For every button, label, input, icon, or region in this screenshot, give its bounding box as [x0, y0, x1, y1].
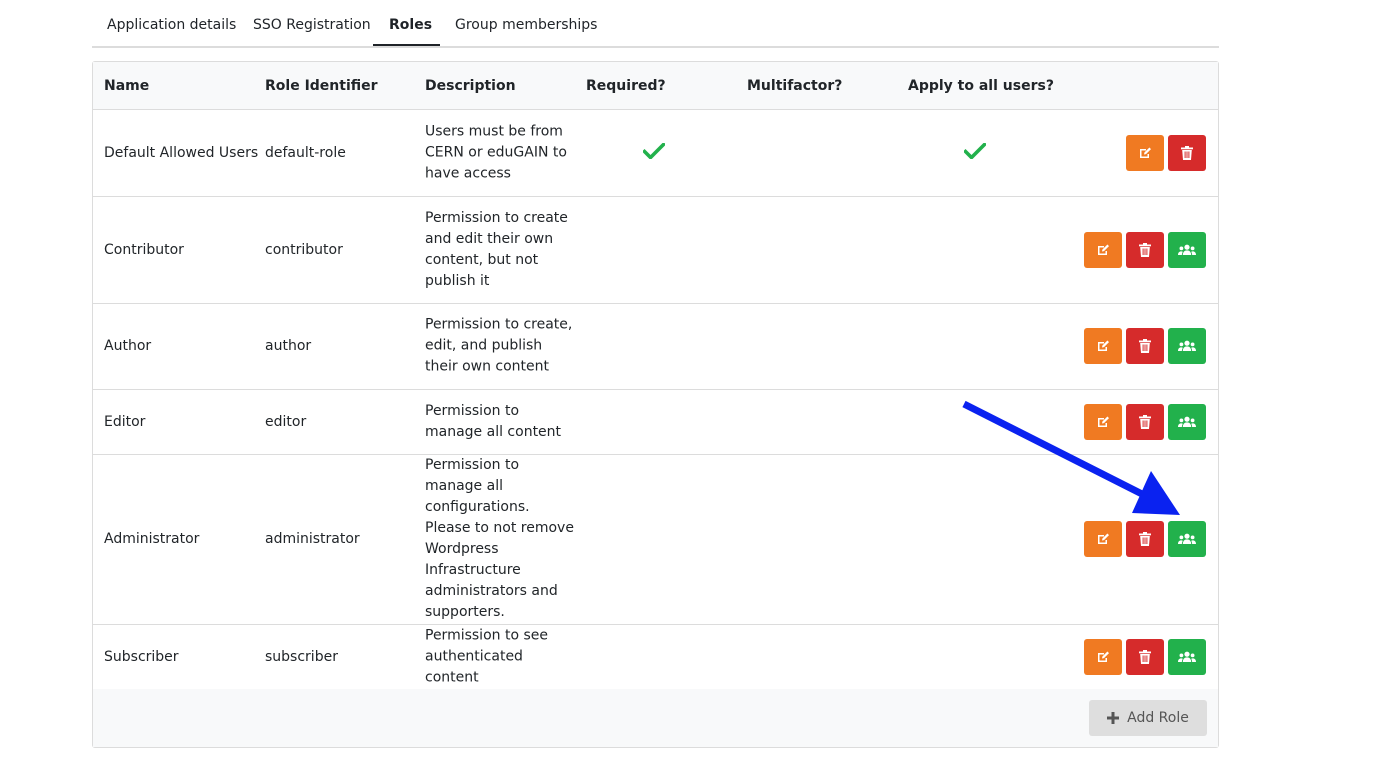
delete-role-button[interactable]: [1168, 135, 1206, 171]
role-identifier: subscriber: [265, 649, 338, 665]
header-name: Name: [104, 78, 150, 94]
header-role-identifier: Role Identifier: [265, 78, 378, 94]
header-description: Description: [425, 78, 516, 94]
delete-role-button[interactable]: [1126, 639, 1164, 675]
delete-role-button[interactable]: [1126, 404, 1164, 440]
role-description: Users must be from CERN or eduGAIN to ha…: [425, 123, 567, 182]
add-role-button[interactable]: Add Role: [1089, 700, 1207, 736]
table-row: Administrator administrator Permission to …: [93, 454, 1218, 625]
check-icon: [962, 141, 988, 161]
edit-icon: [1098, 416, 1109, 427]
delete-role-button[interactable]: [1126, 232, 1164, 268]
active-tab-indicator: [373, 44, 440, 46]
role-name: Subscriber: [104, 649, 179, 665]
delete-role-button[interactable]: [1126, 328, 1164, 364]
trash-icon: [1181, 146, 1193, 160]
role-name: Contributor: [104, 242, 184, 258]
role-name: Administrator: [104, 531, 200, 547]
users-icon: [1178, 244, 1196, 255]
edit-role-button[interactable]: [1084, 521, 1122, 557]
edit-role-button[interactable]: [1084, 232, 1122, 268]
edit-icon: [1098, 244, 1109, 255]
tab-sso-registration[interactable]: SSO Registration: [253, 17, 371, 33]
tab-application-details[interactable]: Application details: [107, 17, 236, 33]
add-role-label: Add Role: [1127, 710, 1189, 726]
edit-icon: [1098, 340, 1109, 351]
role-identifier: default-role: [265, 145, 346, 161]
trash-icon: [1139, 532, 1151, 546]
trash-icon: [1139, 650, 1151, 664]
users-icon: [1178, 651, 1196, 662]
role-identifier: administrator: [265, 531, 360, 547]
role-name: Default Allowed Users: [104, 145, 259, 161]
table-row: Subscriber subscriber Permission to see au…: [93, 624, 1218, 690]
edit-role-button[interactable]: [1084, 328, 1122, 364]
trash-icon: [1139, 243, 1151, 257]
table-header: Name Role Identifier Description Require…: [93, 62, 1218, 110]
required-check: [641, 141, 667, 163]
table-row: Default Allowed Users default-role Users m…: [93, 110, 1218, 197]
role-description: Permission to see authenticated content: [425, 627, 548, 686]
header-required: Required?: [586, 78, 666, 94]
tab-bar: Application details SSO Registration Rol…: [92, 0, 1219, 48]
assign-members-button[interactable]: [1168, 328, 1206, 364]
role-name: Editor: [104, 414, 146, 430]
apply-all-check: [962, 141, 988, 163]
trash-icon: [1139, 339, 1151, 353]
table-row: Editor editor Permission to manage all con…: [93, 389, 1218, 455]
table-footer: Add Role: [93, 689, 1218, 747]
assign-members-button[interactable]: [1168, 232, 1206, 268]
users-icon: [1178, 416, 1196, 427]
tab-group-memberships[interactable]: Group memberships: [455, 17, 597, 33]
edit-icon: [1098, 651, 1109, 662]
tab-roles[interactable]: Roles: [389, 17, 432, 33]
assign-members-button[interactable]: [1168, 639, 1206, 675]
plus-icon: [1107, 712, 1120, 724]
check-icon: [641, 141, 667, 161]
edit-role-button[interactable]: [1126, 135, 1164, 171]
users-icon: [1178, 533, 1196, 544]
table-row: Author author Permission to create, edit, …: [93, 303, 1218, 390]
users-icon: [1178, 340, 1196, 351]
role-identifier: editor: [265, 414, 307, 430]
role-identifier: contributor: [265, 242, 343, 258]
header-apply-all: Apply to all users?: [908, 78, 1054, 94]
edit-role-button[interactable]: [1084, 404, 1122, 440]
edit-role-button[interactable]: [1084, 639, 1122, 675]
role-description: Permission to manage all configurations.…: [425, 457, 574, 620]
assign-members-button[interactable]: [1168, 521, 1206, 557]
role-description: Permission to create, edit, and publish …: [425, 316, 573, 375]
roles-table: Name Role Identifier Description Require…: [92, 61, 1219, 748]
role-name: Author: [104, 338, 152, 354]
role-identifier: author: [265, 338, 312, 354]
table-row: Contributor contributor Permission to crea…: [93, 196, 1218, 304]
edit-icon: [1140, 147, 1151, 158]
role-description: Permission to manage all content: [425, 403, 562, 440]
header-multifactor: Multifactor?: [747, 78, 843, 94]
edit-icon: [1098, 533, 1109, 544]
assign-members-button[interactable]: [1168, 404, 1206, 440]
delete-role-button[interactable]: [1126, 521, 1164, 557]
trash-icon: [1139, 415, 1151, 429]
role-description: Permission to create and edit their own …: [425, 210, 568, 289]
